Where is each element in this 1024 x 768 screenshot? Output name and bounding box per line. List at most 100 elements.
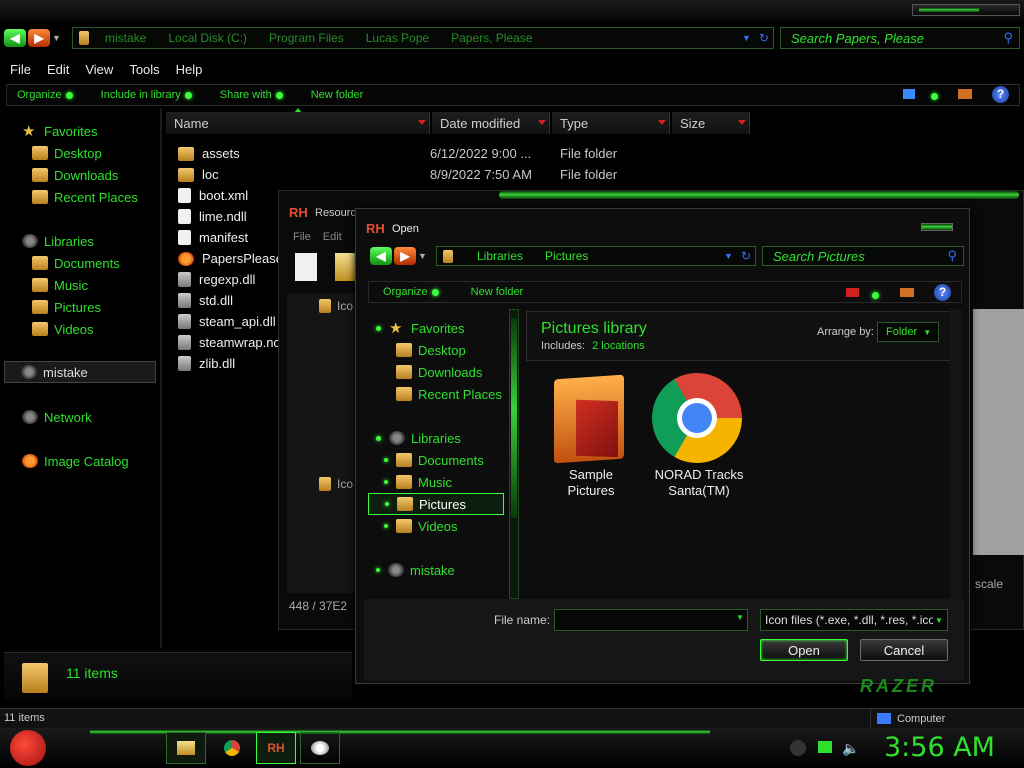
sidebar-item-image-catalog[interactable]: Image Catalog (22, 450, 129, 472)
expand-dot-icon[interactable] (384, 458, 388, 462)
menu-view[interactable]: View (85, 62, 113, 77)
cancel-button[interactable]: Cancel (860, 639, 948, 661)
open-button[interactable]: Open (760, 639, 848, 661)
help-icon[interactable]: ? (934, 284, 951, 301)
forward-arrow-icon[interactable]: ▶ (28, 29, 50, 47)
expand-dot-icon[interactable] (385, 502, 389, 506)
file-name-input[interactable] (554, 609, 748, 631)
network-tray-icon[interactable] (818, 741, 832, 753)
column-dropdown-icon[interactable] (658, 120, 666, 125)
breadcrumb-item[interactable]: Papers, Please (451, 31, 532, 45)
tree-node-icon-group[interactable]: Ico (319, 477, 353, 491)
sidebar-item-desktop[interactable]: Desktop (32, 142, 102, 164)
content-scrollbar[interactable] (950, 309, 962, 599)
rh-menu-file[interactable]: File (293, 231, 311, 243)
window-controls[interactable] (912, 4, 1020, 16)
tree-item-recent-places[interactable]: Recent Places (396, 383, 502, 405)
arrange-by-dropdown[interactable]: Folder ▼ (877, 322, 939, 342)
start-button-angry-bird-icon[interactable] (10, 730, 46, 766)
sidebar-item-recent-places[interactable]: Recent Places (32, 186, 138, 208)
tray-arrow-icon[interactable] (790, 740, 806, 756)
menu-help[interactable]: Help (176, 62, 203, 77)
search-box[interactable]: Search Papers, Please ⚲ (780, 27, 1020, 49)
view-dropdown-dot-icon[interactable] (927, 88, 938, 103)
column-header-size[interactable]: Size (672, 112, 750, 134)
dialog-search-box[interactable]: Search Pictures ⚲ (762, 246, 964, 266)
library-item[interactable]: Sample Pictures (536, 369, 646, 509)
tree-item-documents[interactable]: Documents (384, 449, 484, 471)
organize-button[interactable]: Organize (17, 89, 73, 101)
help-icon[interactable]: ? (992, 86, 1009, 103)
menu-tools[interactable]: Tools (129, 62, 159, 77)
tree-scrollbar[interactable] (509, 309, 519, 599)
tree-item-videos[interactable]: Videos (384, 515, 458, 537)
file-row[interactable]: assets 6/12/2022 9:00 ... File folder (170, 143, 760, 164)
tree-item-desktop[interactable]: Desktop (396, 339, 466, 361)
forward-arrow-icon[interactable]: ▶ (394, 247, 416, 265)
breadcrumb-item[interactable]: Lucas Pope (366, 31, 429, 45)
taskbar-explorer[interactable] (166, 732, 206, 764)
history-dropdown-icon[interactable]: ▼ (418, 251, 427, 261)
expand-dot-icon[interactable] (384, 480, 388, 484)
locations-link[interactable]: 2 locations (592, 340, 645, 352)
breadcrumb-item[interactable]: Local Disk (C:) (168, 31, 247, 45)
chevron-down-icon[interactable]: ▼ (736, 613, 744, 622)
column-dropdown-icon[interactable] (738, 120, 746, 125)
sidebar-item-favorites[interactable]: ★ Favorites (22, 120, 97, 142)
library-item[interactable]: NORAD Tracks Santa(TM) (644, 369, 754, 509)
tree-item-pictures[interactable]: Pictures (368, 493, 504, 515)
refresh-icon[interactable]: ↻ (759, 31, 769, 45)
search-icon[interactable]: ⚲ (947, 248, 957, 264)
preview-pane-icon[interactable] (900, 288, 914, 297)
column-header-type[interactable]: Type (552, 112, 670, 134)
column-dropdown-icon[interactable] (418, 120, 426, 125)
expand-dot-icon[interactable] (376, 325, 381, 331)
back-arrow-icon[interactable]: ◀ (4, 29, 26, 47)
column-header-date[interactable]: Date modified (432, 112, 550, 134)
open-folder-icon[interactable] (335, 253, 357, 281)
expand-dot-icon[interactable] (376, 568, 380, 572)
tree-item-libraries[interactable]: Libraries (376, 427, 461, 449)
menu-edit[interactable]: Edit (47, 62, 69, 77)
taskbar-chrome[interactable] (212, 732, 252, 764)
taskbar-paint[interactable] (300, 732, 340, 764)
breadcrumb-item[interactable]: Libraries (477, 249, 523, 263)
expand-dot-icon[interactable] (384, 524, 388, 528)
include-in-library-button[interactable]: Include in library (101, 89, 192, 101)
sidebar-item-documents[interactable]: Documents (32, 252, 120, 274)
new-file-icon[interactable] (295, 253, 317, 281)
tree-item-favorites[interactable]: ★ Favorites (376, 317, 464, 339)
view-icon[interactable] (903, 89, 915, 99)
view-icon[interactable] (846, 288, 859, 297)
file-type-filter[interactable]: Icon files (*.exe, *.dll, *.res, *.ico) … (760, 609, 948, 631)
back-arrow-icon[interactable]: ◀ (370, 247, 392, 265)
tree-item-music[interactable]: Music (384, 471, 452, 493)
taskbar-resource-hacker[interactable]: RH (256, 732, 296, 764)
tree-scrollbar-thumb[interactable] (511, 318, 517, 518)
search-icon[interactable]: ⚲ (1003, 30, 1013, 46)
volume-icon[interactable]: 🔈 (842, 740, 859, 757)
menu-file[interactable]: File (10, 62, 31, 77)
tree-item-downloads[interactable]: Downloads (396, 361, 482, 383)
organize-button[interactable]: Organize (383, 286, 439, 298)
sidebar-item-music[interactable]: Music (32, 274, 88, 296)
view-dropdown-dot-icon[interactable] (868, 287, 879, 302)
sidebar-item-libraries[interactable]: Libraries (22, 230, 94, 252)
rh-menu-edit[interactable]: Edit (323, 231, 342, 243)
file-row[interactable]: loc 8/9/2022 7:50 AM File folder (170, 164, 760, 185)
resource-tree[interactable]: Ico Ico (287, 293, 355, 593)
tree-item-computer[interactable]: mistake (376, 559, 455, 581)
sidebar-item-downloads[interactable]: Downloads (32, 164, 118, 186)
share-with-button[interactable]: Share with (220, 89, 283, 101)
expand-dot-icon[interactable] (376, 435, 381, 441)
new-folder-button[interactable]: New folder (471, 286, 524, 298)
tree-node-icon-group[interactable]: Ico (319, 299, 353, 313)
column-header-name[interactable]: Name (166, 112, 430, 134)
clock[interactable]: 3:56 AM (884, 732, 995, 763)
breadcrumb-item[interactable]: Pictures (545, 249, 588, 263)
refresh-icon[interactable]: ↻ (741, 249, 751, 263)
address-dropdown-icon[interactable]: ▼ (724, 251, 733, 261)
history-dropdown-icon[interactable]: ▼ (52, 33, 61, 43)
dialog-close-button[interactable] (921, 223, 953, 231)
pane-divider[interactable] (160, 108, 162, 648)
